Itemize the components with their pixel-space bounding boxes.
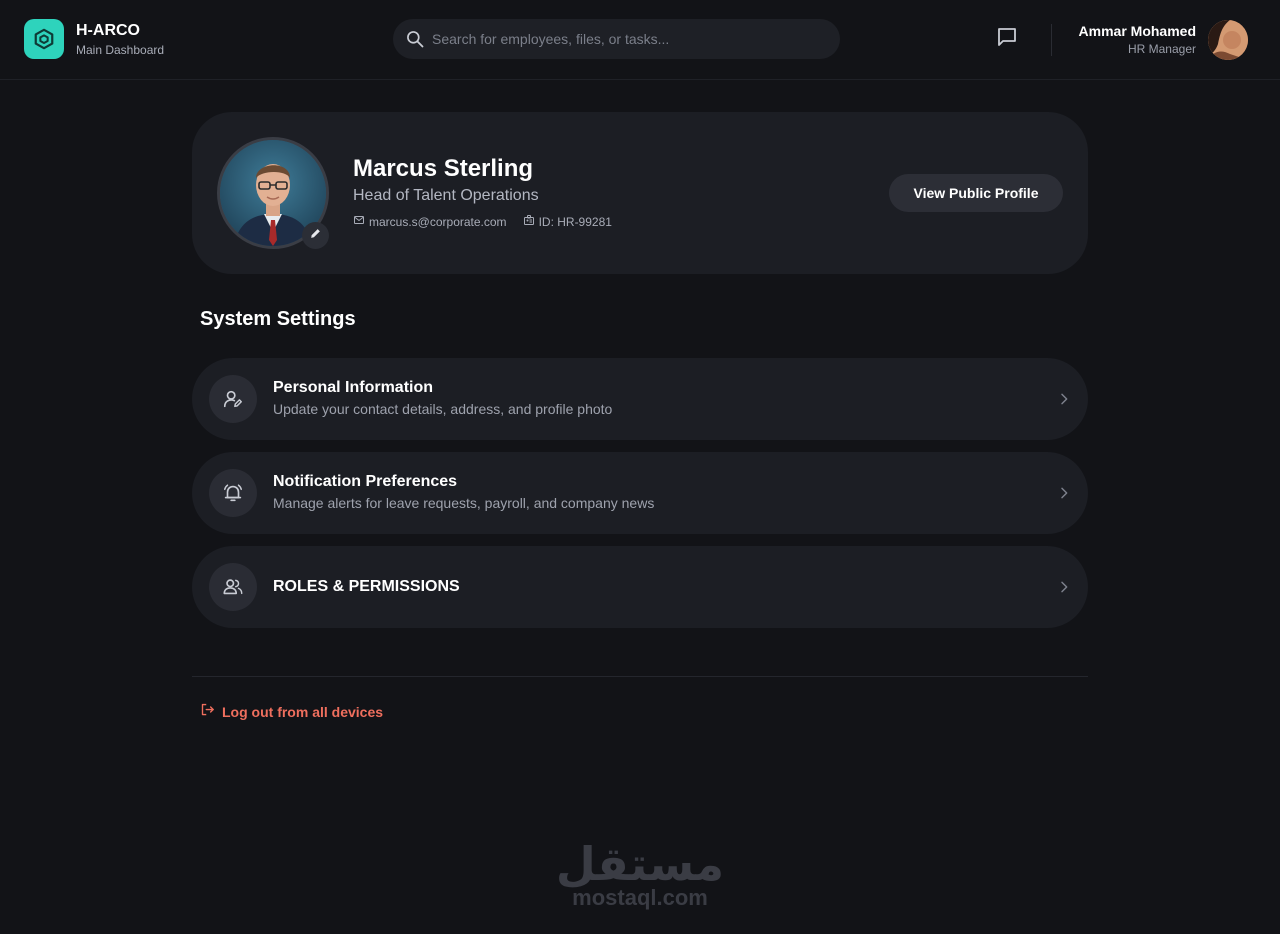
settings-item-title: Personal Information — [273, 379, 434, 396]
email-text: marcus.s@corporate.com — [369, 214, 507, 229]
search-input[interactable] — [432, 31, 822, 47]
logout-label: Log out from all devices — [222, 704, 384, 720]
header-divider — [1051, 24, 1052, 56]
top-bar: H-ARCO Main Dashboard Ammar Mohamed HR M… — [0, 0, 1280, 80]
settings-item-notification-preferences[interactable]: Notification Preferences Manage alerts f… — [192, 452, 1088, 534]
bell-ring-icon — [209, 469, 257, 517]
id-badge-icon — [523, 214, 539, 229]
profile-name: Marcus Sterling — [353, 155, 534, 182]
id-text: ID: HR-99281 — [538, 214, 612, 229]
profile-info: Marcus Sterling Head of Talent Operation… — [353, 154, 628, 229]
profile-meta: marcus.s@corporate.com ID: HR-99281 — [353, 214, 628, 229]
messages-button[interactable] — [994, 26, 1020, 52]
mail-icon — [353, 214, 369, 229]
app-subtitle: Main Dashboard — [76, 42, 165, 57]
view-public-profile-button[interactable]: View Public Profile — [889, 174, 1063, 212]
search-bar[interactable] — [393, 19, 840, 59]
settings-item-roles-permissions[interactable]: ROLES & PERMISSIONS — [192, 546, 1088, 628]
watermark-arabic: مستقل — [555, 837, 725, 891]
chevron-right-icon — [1056, 485, 1072, 501]
user-name: Ammar Mohamed — [1078, 23, 1196, 39]
brand-logo-icon — [24, 19, 64, 59]
pencil-icon — [309, 227, 322, 245]
chevron-right-icon — [1056, 579, 1072, 595]
section-title: System Settings — [200, 308, 356, 330]
user-role: HR Manager — [1127, 42, 1196, 56]
user-info[interactable]: Ammar Mohamed HR Manager — [1079, 22, 1196, 57]
profile-email: marcus.s@corporate.com — [353, 214, 507, 229]
logout-all-devices-link[interactable]: Log out from all devices — [200, 702, 383, 722]
settings-item-description: Manage alerts for leave requests, payrol… — [273, 495, 655, 511]
search-icon — [405, 29, 425, 49]
profile-title: Head of Talent Operations — [353, 187, 539, 204]
app-name: H-ARCO — [76, 21, 140, 39]
section-divider — [192, 676, 1088, 677]
user-avatar[interactable] — [1208, 20, 1248, 60]
profile-avatar-wrap — [217, 137, 329, 249]
brand[interactable]: H-ARCO Main Dashboard — [24, 19, 164, 59]
users-icon — [209, 563, 257, 611]
settings-item-title: ROLES & PERMISSIONS — [273, 578, 460, 595]
chat-icon — [995, 25, 1019, 54]
watermark-logo: مستقل mostaql.com — [540, 838, 740, 910]
settings-item-title: Notification Preferences — [273, 473, 458, 490]
edit-avatar-button[interactable] — [302, 222, 329, 249]
logout-icon — [200, 702, 215, 722]
profile-id: ID: HR-99281 — [523, 214, 612, 229]
settings-item-description: Update your contact details, address, an… — [273, 401, 613, 417]
chevron-right-icon — [1056, 391, 1072, 407]
settings-item-personal-information[interactable]: Personal Information Update your contact… — [192, 358, 1088, 440]
profile-card: Marcus Sterling Head of Talent Operation… — [192, 112, 1088, 274]
user-edit-icon — [209, 375, 257, 423]
